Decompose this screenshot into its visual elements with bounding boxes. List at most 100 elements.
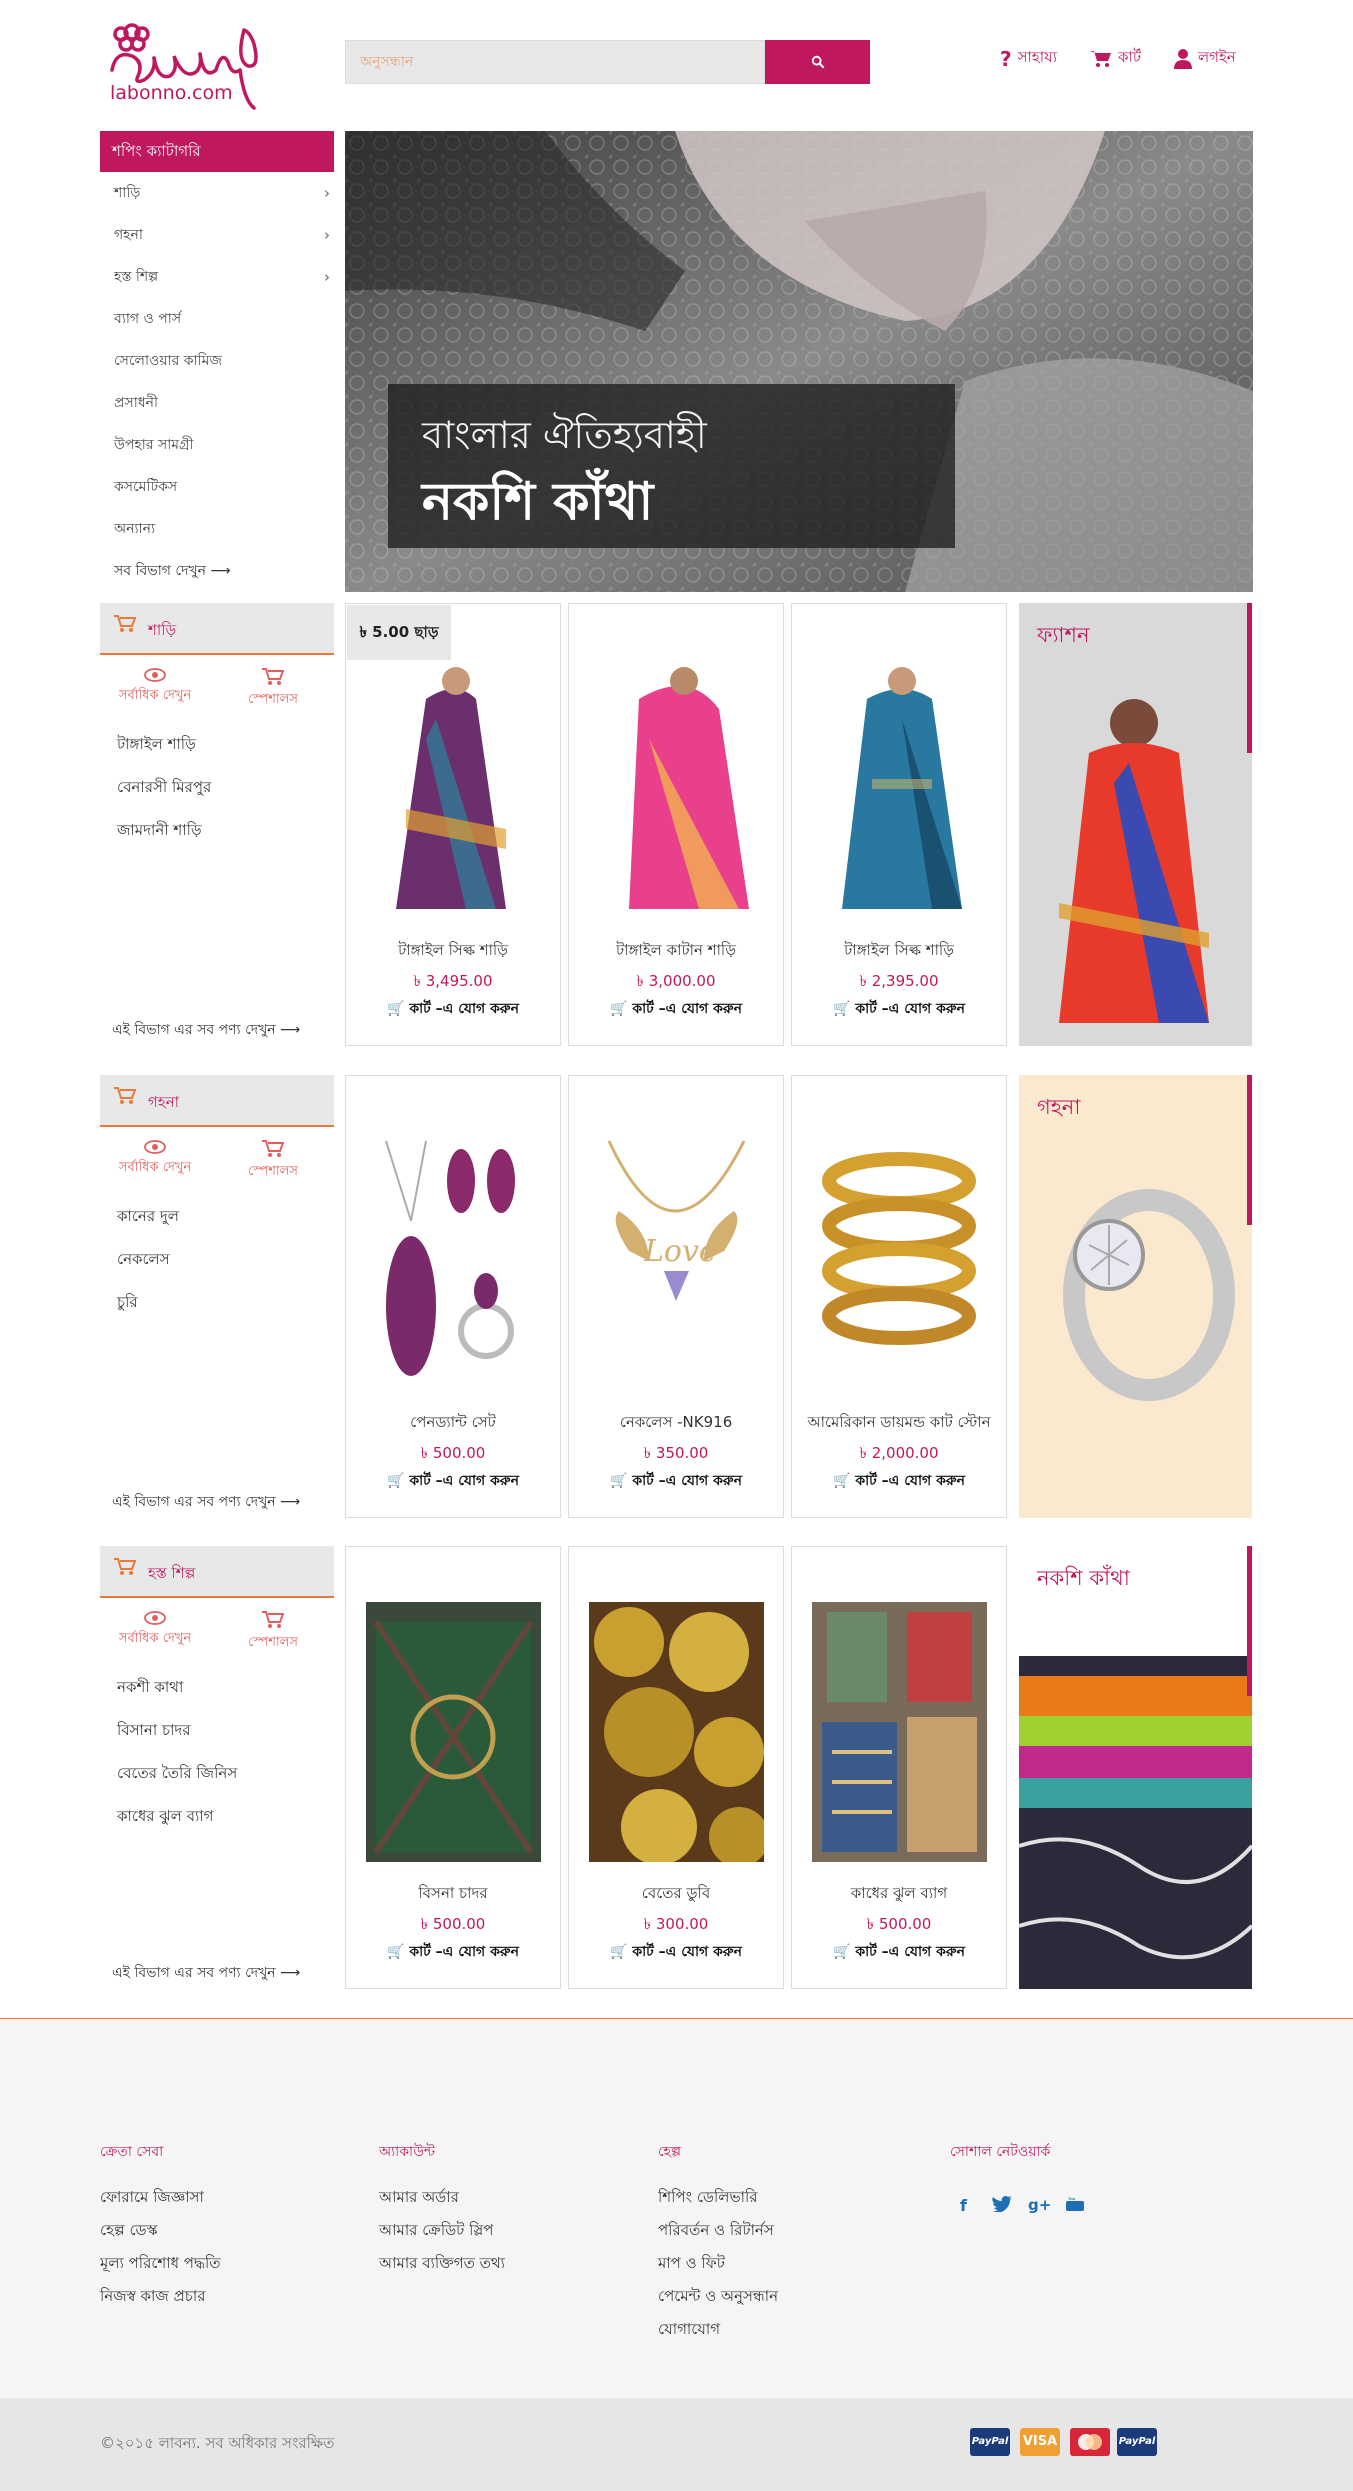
product-image[interactable]	[366, 659, 541, 919]
section-header[interactable]: গহনা	[100, 1075, 334, 1127]
category-item[interactable]: গহনা ›	[100, 214, 334, 256]
subcategory-link[interactable]: নকশী কাথা	[117, 1676, 183, 1701]
add-to-cart-button[interactable]: 🛒 কার্ট –এ যোগ করুন	[346, 997, 560, 1021]
twitter-icon[interactable]	[992, 2196, 1012, 2216]
product-image[interactable]	[589, 659, 764, 919]
subcategory-link[interactable]: বিসানা চাদর	[117, 1719, 191, 1744]
login-link[interactable]: লগইন	[1174, 46, 1236, 71]
footer-link[interactable]: নিজস্ব কাজ প্রচার	[100, 2285, 206, 2310]
add-to-cart-button[interactable]: 🛒 কার্ট –এ যোগ করুন	[792, 997, 1006, 1021]
cart-icon	[262, 1611, 284, 1628]
category-item[interactable]: কসমেটিকস	[100, 466, 334, 508]
product-card[interactable]: ৳ 5.00 ছাড় টাঙ্গাইল সিল্ক শাড়ি ৳ 3,495.0…	[345, 603, 561, 1046]
add-to-cart-button[interactable]: 🛒 কার্ট –এ যোগ করুন	[346, 1469, 560, 1493]
help-link[interactable]: ? সাহায্য	[1000, 46, 1057, 71]
product-card[interactable]: টাঙ্গাইল কাটান শাড়ি ৳ 3,000.00 🛒 কার্ট –এ…	[568, 603, 784, 1046]
product-name[interactable]: বেতের ডুবি	[569, 1882, 783, 1907]
category-item[interactable]: প্রসাধনী	[100, 382, 334, 424]
product-image[interactable]: Love	[589, 1131, 764, 1391]
see-all-products-link[interactable]: এই বিভাগ এর সব পণ্য দেখুন ⟶	[112, 1961, 300, 1985]
footer-link[interactable]: হেল্প ডেস্ক	[100, 2219, 157, 2244]
category-item[interactable]: শাড়ি ›	[100, 172, 334, 214]
footer-link[interactable]: আমার অর্ডার	[379, 2186, 459, 2211]
footer-link[interactable]: ফোরামে জিজ্ঞাসা	[100, 2186, 204, 2211]
most-viewed-link[interactable]: সর্বাধিক দেখুন	[105, 1140, 205, 1179]
product-card[interactable]: টাঙ্গাইল সিল্ক শাড়ি ৳ 2,395.00 🛒 কার্ট –এ…	[791, 603, 1007, 1046]
category-item[interactable]: অন্যান্য	[100, 508, 334, 550]
footer-link[interactable]: মাপ ও ফিট	[658, 2252, 725, 2277]
facebook-icon[interactable]: f	[960, 2196, 967, 2215]
footer-link[interactable]: আমার ব্যক্তিগত তথ্য	[379, 2252, 505, 2277]
specials-link[interactable]: স্পেশালস	[223, 1611, 323, 1654]
product-card[interactable]: কাধের ঝুল ব্যাগ ৳ 500.00 🛒 কার্ট –এ যোগ কর…	[791, 1546, 1007, 1989]
see-all-products-link[interactable]: এই বিভাগ এর সব পণ্য দেখুন ⟶	[112, 1018, 300, 1042]
specials-link[interactable]: স্পেশালস	[223, 668, 323, 711]
add-to-cart-button[interactable]: 🛒 কার্ট –এ যোগ করুন	[792, 1940, 1006, 1964]
product-image[interactable]	[366, 1602, 541, 1862]
search-button[interactable]	[765, 40, 870, 84]
product-name[interactable]: টাঙ্গাইল কাটান শাড়ি	[569, 939, 783, 964]
product-name[interactable]: পেনড্যান্ট সেট	[346, 1411, 560, 1436]
footer-link[interactable]: যোগাযোগ	[658, 2318, 720, 2343]
section-header[interactable]: হস্ত শিল্প	[100, 1546, 334, 1598]
most-viewed-link[interactable]: সর্বাধিক দেখুন	[105, 1611, 205, 1650]
product-name[interactable]: বিসনা চাদর	[346, 1882, 560, 1907]
subcategory-link[interactable]: টাঙ্গাইল শাড়ি	[117, 733, 196, 758]
category-item[interactable]: ব্যাগ ও পার্স	[100, 298, 334, 340]
subcategory-link[interactable]: কানের দুল	[117, 1205, 179, 1230]
promo-tile[interactable]: ফ্যাশন	[1019, 603, 1252, 1046]
category-item[interactable]: সেলোওয়ার কামিজ	[100, 340, 334, 382]
add-to-cart-button[interactable]: 🛒 কার্ট –এ যোগ করুন	[569, 997, 783, 1021]
cart-link[interactable]: কার্ট	[1090, 46, 1141, 71]
section-header[interactable]: শাড়ি	[100, 603, 334, 655]
footer-link[interactable]: পরিবর্তন ও রিটার্নস	[658, 2219, 774, 2244]
promo-tile[interactable]: নকশি কাঁথা	[1019, 1546, 1252, 1989]
product-image[interactable]	[812, 1131, 987, 1391]
subcategory-link[interactable]: কাধের ঝুল ব্যাগ	[117, 1805, 213, 1830]
subcategory-link[interactable]: বেনারসী মিরপুর	[117, 776, 211, 801]
promo-label: গহনা	[1037, 1095, 1081, 1119]
most-viewed-link[interactable]: সর্বাধিক দেখুন	[105, 668, 205, 707]
search-input[interactable]: অনুসন্ধান	[345, 40, 765, 84]
add-to-cart-button[interactable]: 🛒 কার্ট –এ যোগ করুন	[569, 1469, 783, 1493]
see-all-products-link[interactable]: এই বিভাগ এর সব পণ্য দেখুন ⟶	[112, 1490, 300, 1514]
subcategory-link[interactable]: বেতের তৈরি জিনিস	[117, 1762, 237, 1787]
cart-icon	[262, 668, 284, 685]
footer-link[interactable]: শিপিং ডেলিভারি	[658, 2186, 758, 2211]
section-title: গহনা	[148, 1093, 180, 1111]
promo-tile[interactable]: গহনা	[1019, 1075, 1252, 1518]
footer-link[interactable]: মূল্য পরিশোধ পদ্ধতি	[100, 2252, 221, 2277]
subcategory-link[interactable]: চুরি	[117, 1291, 138, 1316]
add-to-cart-button[interactable]: 🛒 কার্ট –এ যোগ করুন	[346, 1940, 560, 1964]
product-card[interactable]: বেতের ডুবি ৳ 300.00 🛒 কার্ট –এ যোগ করুন	[568, 1546, 784, 1989]
see-all-categories-link[interactable]: সব বিভাগ দেখুন ⟶	[100, 550, 334, 592]
product-card[interactable]: Love নেকলেস -NK916 ৳ 350.00 🛒 কার্ট –এ যোগ …	[568, 1075, 784, 1518]
product-image[interactable]	[366, 1131, 541, 1391]
subcategory-link[interactable]: নেকলেস	[117, 1248, 170, 1273]
product-name[interactable]: টাঙ্গাইল সিল্ক শাড়ি	[346, 939, 560, 964]
youtube-icon[interactable]: You	[1066, 2196, 1084, 2215]
eye-icon	[144, 1611, 166, 1625]
category-item[interactable]: হস্ত শিল্প ›	[100, 256, 334, 298]
footer-link[interactable]: পেমেন্ট ও অনুসন্ধান	[658, 2285, 778, 2310]
hero-banner[interactable]: বাংলার ঐতিহ্যবাহী নকশি কাঁথা	[345, 131, 1253, 592]
specials-link[interactable]: স্পেশালস	[223, 1140, 323, 1183]
product-name[interactable]: আমেরিকান ডায়মন্ড কাট স্টোন	[792, 1411, 1006, 1436]
footer-link[interactable]: আমার ক্রেডিট স্লিপ	[379, 2219, 493, 2244]
product-card[interactable]: আমেরিকান ডায়মন্ড কাট স্টোন ৳ 2,000.00 🛒 ক…	[791, 1075, 1007, 1518]
add-to-cart-button[interactable]: 🛒 কার্ট –এ যোগ করুন	[792, 1469, 1006, 1493]
product-image[interactable]	[589, 1602, 764, 1862]
category-item[interactable]: উপহার সামগ্রী	[100, 424, 334, 466]
search-icon	[811, 55, 824, 69]
product-image[interactable]	[812, 659, 987, 919]
subcategory-link[interactable]: জামদানী শাড়ি	[117, 819, 202, 844]
product-name[interactable]: কাধের ঝুল ব্যাগ	[792, 1882, 1006, 1907]
google-plus-icon[interactable]: g+	[1028, 2196, 1051, 2214]
product-card[interactable]: পেনড্যান্ট সেট ৳ 500.00 🛒 কার্ট –এ যোগ করু…	[345, 1075, 561, 1518]
product-name[interactable]: নেকলেস -NK916	[569, 1411, 783, 1436]
add-to-cart-button[interactable]: 🛒 কার্ট –এ যোগ করুন	[569, 1940, 783, 1964]
product-card[interactable]: বিসনা চাদর ৳ 500.00 🛒 কার্ট –এ যোগ করুন	[345, 1546, 561, 1989]
product-name[interactable]: টাঙ্গাইল সিল্ক শাড়ি	[792, 939, 1006, 964]
product-image[interactable]	[812, 1602, 987, 1862]
section-title: শাড়ি	[148, 621, 177, 639]
